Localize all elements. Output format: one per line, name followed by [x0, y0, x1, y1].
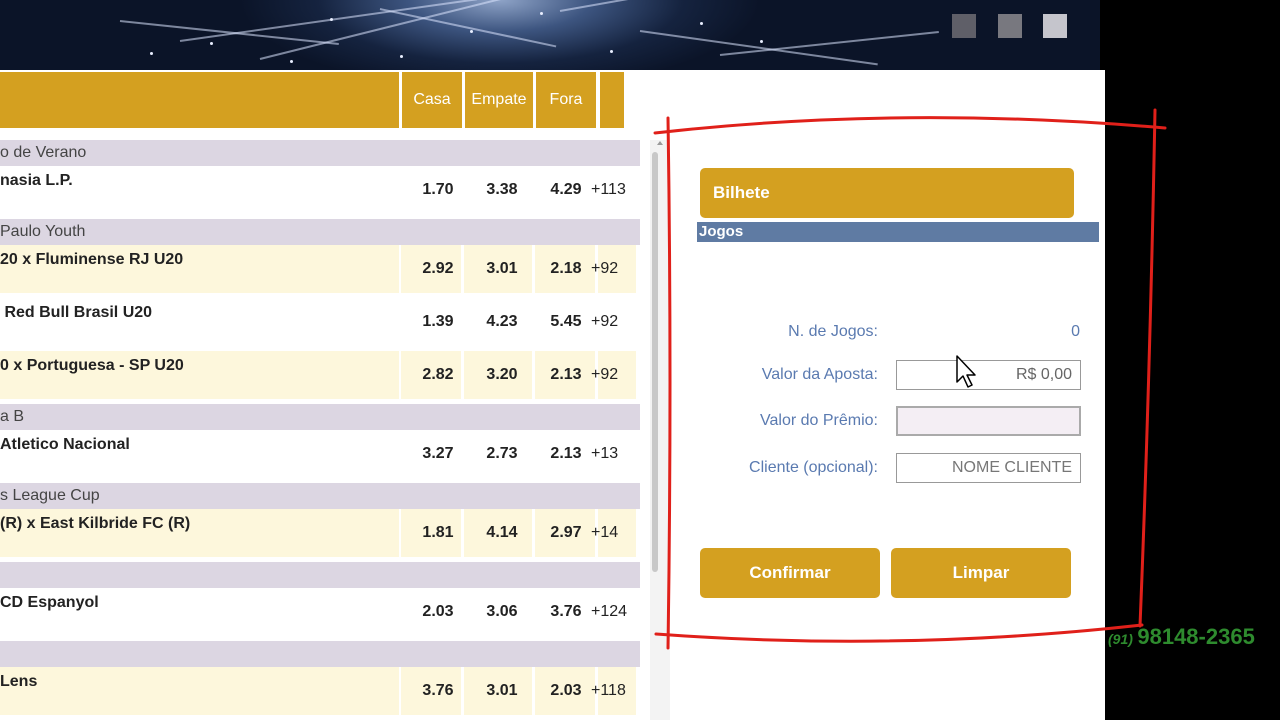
- match-row[interactable]: (R) x East Kilbride FC (R) 1.81 4.14 2.97 +1…: [0, 509, 640, 557]
- header-banner: [0, 0, 1100, 70]
- bet-amount-label: Valor da Aposta:: [761, 366, 878, 383]
- league-header: Paulo Youth: [0, 219, 640, 245]
- prize-amount-field: [896, 406, 1081, 436]
- match-row[interactable]: nasia L.P. 1.70 3.38 4.29 +113: [0, 166, 640, 214]
- match-name[interactable]: 0 x Portuguesa - SP U20: [0, 357, 184, 375]
- away-odd-button[interactable]: 2.03: [535, 667, 597, 715]
- away-odd-button[interactable]: 2.18: [535, 245, 597, 293]
- banner-star: [400, 55, 403, 58]
- clear-button[interactable]: Limpar: [891, 548, 1071, 598]
- more-markets-link[interactable]: +14: [591, 509, 618, 557]
- banner-star: [330, 18, 333, 21]
- phone-area-code: (91): [1108, 631, 1133, 647]
- away-odd-button[interactable]: 5.45: [535, 298, 597, 346]
- match-name[interactable]: nasia L.P.: [0, 172, 73, 190]
- match-row[interactable]: 20 x Fluminense RJ U20 2.92 3.01 2.18 +92: [0, 245, 640, 293]
- away-odd-button[interactable]: 2.97: [535, 509, 597, 557]
- header-event-column: [0, 72, 399, 128]
- match-name[interactable]: Red Bull Brasil U20: [0, 304, 152, 322]
- more-markets-link[interactable]: +92: [591, 298, 618, 346]
- away-odd-button[interactable]: 3.76: [535, 588, 597, 636]
- draw-odd-button[interactable]: 3.38: [464, 166, 540, 214]
- more-markets-link[interactable]: +113: [591, 166, 626, 214]
- banner-star: [150, 52, 153, 55]
- match-name[interactable]: Lens: [0, 673, 37, 691]
- more-markets-link[interactable]: +13: [591, 430, 618, 478]
- match-name[interactable]: Atletico Nacional: [0, 436, 130, 454]
- match-row[interactable]: Atletico Nacional 3.27 2.73 2.13 +13: [0, 430, 640, 478]
- games-section-header: Jogos: [697, 222, 1099, 242]
- more-markets-link[interactable]: +92: [591, 351, 618, 399]
- more-markets-link[interactable]: +124: [591, 588, 627, 636]
- phone-watermark: (91) 98148-2365: [1108, 624, 1255, 650]
- scroll-up-arrow-icon[interactable]: [657, 141, 663, 145]
- match-row[interactable]: CD Espanyol 2.03 3.06 3.76 +124: [0, 588, 640, 636]
- match-name[interactable]: CD Espanyol: [0, 594, 99, 612]
- bet-amount-input[interactable]: [896, 360, 1081, 390]
- banner-star: [610, 50, 613, 53]
- draw-odd-button[interactable]: 3.06: [464, 588, 540, 636]
- match-name[interactable]: (R) x East Kilbride FC (R): [0, 515, 190, 533]
- more-markets-link[interactable]: +118: [591, 667, 626, 715]
- league-header: [0, 562, 640, 588]
- banner-light-beam: [639, 30, 878, 66]
- odds-table-header: Casa Empate Fora: [0, 72, 625, 128]
- match-row[interactable]: 0 x Portuguesa - SP U20 2.82 3.20 2.13 +92: [0, 351, 640, 399]
- client-name-label: Cliente (opcional):: [749, 459, 878, 476]
- league-header: o de Verano: [0, 140, 640, 166]
- bet-slip-title: Bilhete: [700, 168, 1074, 218]
- match-name[interactable]: 20 x Fluminense RJ U20: [0, 251, 183, 269]
- maximize-window-button[interactable]: [998, 14, 1022, 38]
- away-odd-button[interactable]: 2.13: [535, 351, 597, 399]
- prize-amount-label: Valor do Prêmio:: [760, 412, 878, 429]
- draw-odd-button[interactable]: 3.01: [464, 245, 540, 293]
- draw-odd-button[interactable]: 4.14: [464, 509, 540, 557]
- away-odd-button[interactable]: 4.29: [535, 166, 597, 214]
- header-home-column: Casa: [402, 72, 462, 128]
- league-header: a B: [0, 404, 640, 430]
- close-window-button[interactable]: [1043, 14, 1067, 38]
- phone-number: 98148-2365: [1137, 624, 1255, 649]
- banner-star: [210, 42, 213, 45]
- scrollbar-thumb[interactable]: [652, 152, 658, 572]
- draw-odd-button[interactable]: 3.20: [464, 351, 540, 399]
- banner-light-beam: [719, 31, 939, 56]
- games-count-value: 0: [1071, 323, 1080, 340]
- match-row[interactable]: Lens 3.76 3.01 2.03 +118: [0, 667, 640, 715]
- banner-star: [700, 22, 703, 25]
- banner-star: [540, 12, 543, 15]
- mouse-pointer-icon: [956, 355, 976, 388]
- games-count-label: N. de Jogos:: [788, 323, 878, 340]
- client-name-input[interactable]: [896, 453, 1081, 483]
- minimize-window-button[interactable]: [952, 14, 976, 38]
- draw-odd-button[interactable]: 4.23: [464, 298, 540, 346]
- banner-light-beam: [559, 0, 758, 12]
- match-row-background: [0, 667, 399, 715]
- league-header: s League Cup: [0, 483, 640, 509]
- screen: Casa Empate Fora o de Verano nasia L.P. 1.…: [0, 0, 1280, 720]
- banner-star: [290, 60, 293, 63]
- header-draw-column: Empate: [465, 72, 533, 128]
- draw-odd-button[interactable]: 3.01: [464, 667, 540, 715]
- header-more-column: [600, 72, 624, 128]
- league-header: [0, 641, 640, 667]
- banner-light-beam: [379, 8, 557, 48]
- more-markets-link[interactable]: +92: [591, 245, 618, 293]
- header-away-column: Fora: [536, 72, 596, 128]
- match-row[interactable]: Red Bull Brasil U20 1.39 4.23 5.45 +92: [0, 298, 640, 346]
- banner-star: [470, 30, 473, 33]
- draw-odd-button[interactable]: 2.73: [464, 430, 540, 478]
- away-odd-button[interactable]: 2.13: [535, 430, 597, 478]
- confirm-button[interactable]: Confirmar: [700, 548, 880, 598]
- banner-star: [760, 40, 763, 43]
